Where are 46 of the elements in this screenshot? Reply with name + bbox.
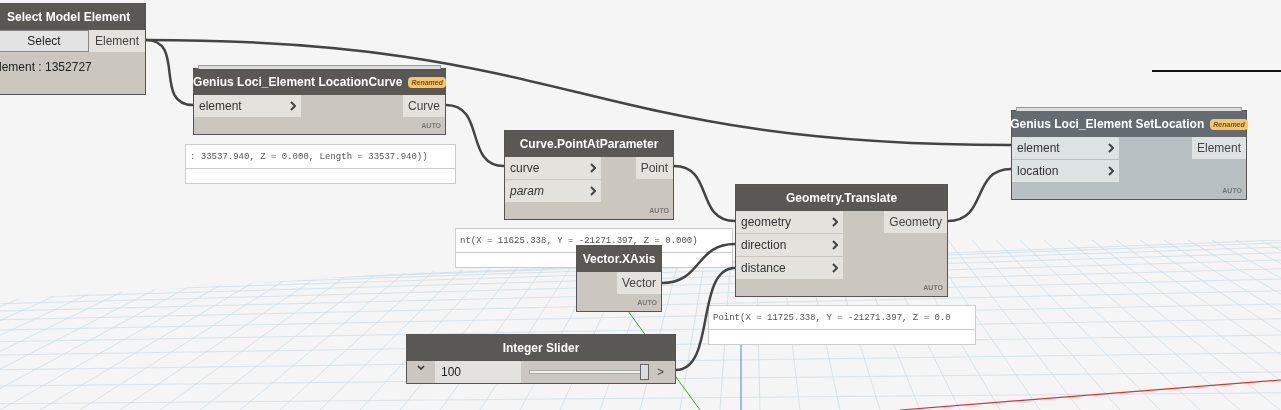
preview-text: Point(X = 11725.338, Y = -21271.397, Z = 0.0 <box>709 306 975 330</box>
output-port[interactable]: Curve <box>403 95 445 117</box>
node-header[interactable]: Select Model Element <box>0 4 145 30</box>
element-id-label: lement : 1352727 <box>0 59 93 76</box>
preview-text: : 33537.940, Z = 0.000, Length = 33537.940)) <box>186 145 455 169</box>
graph-node[interactable]: Select Model Element Select Element lement : 1352727 <box>0 3 146 95</box>
input-port[interactable]: geometry <box>736 211 843 233</box>
graph-node[interactable]: Integer Slider 100 > <box>406 334 676 384</box>
chevron-right-icon <box>832 217 838 227</box>
output-port[interactable]: Vector <box>616 272 661 294</box>
node-title: Curve.PointAtParameter <box>519 136 659 153</box>
chevron-right-icon <box>590 163 596 173</box>
chevron-right-icon <box>832 263 838 273</box>
output-port[interactable]: Element <box>1191 137 1246 159</box>
slider-thumb[interactable] <box>640 364 649 380</box>
node-header[interactable]: Vector.XAxis <box>577 246 661 272</box>
input-port[interactable]: element <box>1012 137 1119 159</box>
slider-value-field[interactable]: 100 <box>435 361 521 383</box>
select-button[interactable]: Select <box>0 30 89 52</box>
chevron-right-icon <box>590 186 596 196</box>
output-port[interactable]: Geometry <box>884 211 947 233</box>
output-port[interactable]: Element <box>88 30 145 52</box>
wire <box>947 167 1012 223</box>
output-port[interactable]: > <box>657 361 675 383</box>
node-header[interactable]: Geometry.Translate <box>736 185 947 211</box>
input-port[interactable]: element <box>194 95 301 117</box>
node-title: Select Model Element <box>7 9 131 26</box>
chevron-right-icon <box>290 101 296 111</box>
node-title: Geometry.Translate <box>785 190 898 207</box>
node-title: Integer Slider <box>502 340 580 357</box>
input-port[interactable]: location <box>1012 160 1119 182</box>
chevron-down-icon[interactable] <box>417 365 425 370</box>
node-header[interactable]: Integer Slider <box>407 335 675 361</box>
input-port[interactable]: param <box>505 180 601 202</box>
node-header[interactable]: Curve.PointAtParameter <box>505 131 673 157</box>
slider-track[interactable] <box>529 364 649 380</box>
chevron-right-icon <box>1108 166 1114 176</box>
input-port[interactable]: direction <box>736 234 843 256</box>
input-port[interactable]: distance <box>736 257 843 279</box>
chevron-right-icon <box>832 240 838 250</box>
node-title: Genius Loci_Element LocationCurve <box>193 74 403 91</box>
output-port[interactable]: Point <box>635 157 673 179</box>
chevron-right-icon <box>1108 143 1114 153</box>
input-port[interactable]: curve <box>505 157 601 179</box>
node-title: Vector.XAxis <box>582 251 656 268</box>
wire <box>673 164 736 223</box>
